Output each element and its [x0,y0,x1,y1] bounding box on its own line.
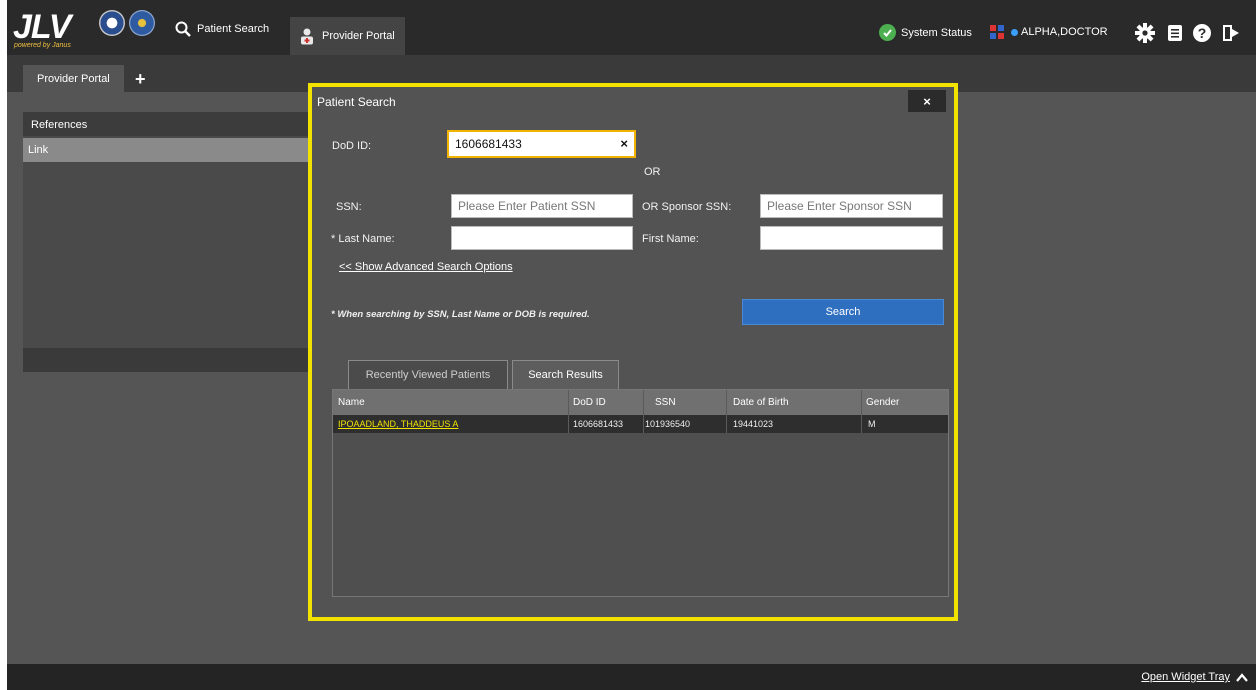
tab-provider-portal[interactable]: Provider Portal [23,65,124,92]
search-button[interactable]: Search [742,299,944,325]
logo-subtitle: powered by Janus [14,42,71,49]
widget-tray-label: Open Widget Tray [1141,671,1230,683]
sponsor-ssn-label: OR Sponsor SSN: [642,201,732,213]
table-row[interactable]: IPOAADLAND, THADDEUS A 1606681433 101936… [333,415,948,433]
clear-icon[interactable]: × [620,136,628,151]
sponsor-ssn-input[interactable] [760,194,943,218]
column-divider [861,390,862,433]
system-status-label: System Status [901,26,972,39]
cell-dob: 19441023 [733,419,774,429]
dialog-title: Patient Search [317,95,396,109]
user-switch-icon [990,25,1004,39]
patient-search-dialog: Patient Search × DoD ID: × OR SSN: OR Sp… [312,87,954,617]
top-bar: JLV powered by Janus Patient Search Prov… [7,0,1256,55]
column-header-ssn[interactable]: SSN [655,397,676,408]
dod-id-input[interactable] [449,132,609,156]
add-tab-icon[interactable]: + [135,70,146,88]
help-button[interactable]: ? [1191,22,1213,44]
ssn-label: SSN: [336,201,362,213]
references-widget: References Link [23,112,313,372]
jlv-logo[interactable]: JLV powered by Janus [13,8,163,49]
online-indicator [1011,28,1018,36]
list-icon [1168,25,1182,41]
provider-portal-label: Provider Portal [322,30,395,42]
va-seal-icon [99,10,125,36]
column-header-name[interactable]: Name [338,397,365,408]
search-icon [175,21,191,37]
advanced-search-link[interactable]: << Show Advanced Search Options [339,261,513,273]
first-name-input[interactable] [760,226,943,250]
search-requirement-hint: * When searching by SSN, Last Name or DO… [331,309,590,320]
chevron-up-icon [1236,672,1248,682]
cell-dod-id: 1606681433 [573,419,624,429]
dod-id-label: DoD ID: [332,140,372,152]
first-name-label: First Name: [642,233,699,245]
references-header: References [23,112,313,136]
jlv-app: JLV powered by Janus Patient Search Prov… [7,0,1256,690]
references-link-item[interactable]: Link [23,138,313,162]
provider-portal-nav[interactable]: Provider Portal [290,17,405,55]
user-menu[interactable]: ALPHA,DOCTOR [989,24,1108,40]
or-label: OR [644,166,661,178]
patient-name-link[interactable]: IPOAADLAND, THADDEUS A [338,419,458,429]
bottom-bar: Open Widget Tray [7,664,1256,690]
system-status[interactable]: System Status [879,24,972,41]
column-divider [643,390,644,433]
user-name: ALPHA,DOCTOR [1021,26,1108,38]
notes-button[interactable] [1164,22,1186,44]
last-name-input[interactable] [451,226,633,250]
patient-search-nav[interactable]: Patient Search [175,18,269,40]
close-icon[interactable]: × [908,90,946,112]
column-divider [726,390,727,433]
tab-recently-viewed[interactable]: Recently Viewed Patients [348,360,508,389]
patient-search-label: Patient Search [197,23,270,35]
logout-icon [1223,25,1239,41]
ssn-input[interactable] [451,194,633,218]
open-widget-tray-button[interactable]: Open Widget Tray [1141,671,1248,683]
search-results-table: Name DoD ID SSN Date of Birth Gender IPO… [332,389,949,597]
dod-id-field-wrapper: × [447,130,636,158]
svg-text:?: ? [1198,25,1207,41]
column-divider [568,390,569,433]
references-footer [23,348,313,372]
tab-search-results[interactable]: Search Results [512,360,619,389]
dod-seal-icon [129,10,155,36]
table-header: Name DoD ID SSN Date of Birth Gender [333,390,948,415]
cell-gender: M [868,419,876,429]
settings-button[interactable] [1134,22,1156,44]
column-header-gender[interactable]: Gender [866,397,899,408]
gear-icon [1135,23,1155,43]
column-header-dob[interactable]: Date of Birth [733,397,789,408]
check-circle-icon [879,24,896,41]
cell-ssn: 101936540 [645,419,691,429]
help-icon: ? [1193,24,1211,42]
provider-icon [301,28,313,45]
column-header-dod-id[interactable]: DoD ID [573,397,606,408]
logout-button[interactable] [1220,22,1242,44]
last-name-label: * Last Name: [331,233,395,245]
